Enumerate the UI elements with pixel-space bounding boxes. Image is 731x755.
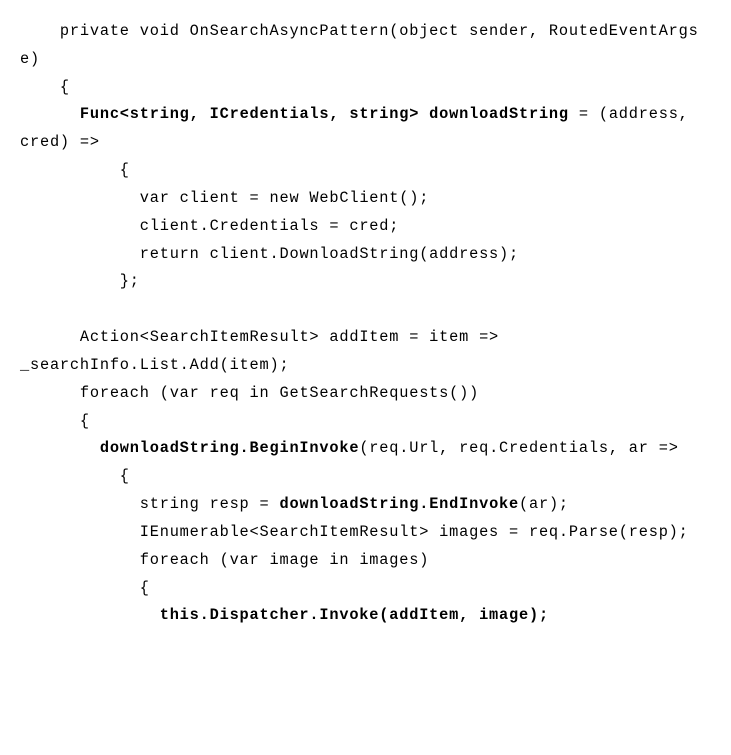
code-line: { (20, 78, 70, 96)
code-line (20, 300, 30, 318)
code-line: return client.DownloadString(address); (20, 245, 519, 263)
code-line: }; (20, 272, 140, 290)
code-line: IEnumerable<SearchItemResult> images = r… (20, 523, 689, 541)
code-line: client.Credentials = cred; (20, 217, 399, 235)
code-line: foreach (var req in GetSearchRequests()) (20, 384, 479, 402)
code-line: { (20, 467, 130, 485)
code-line: Action<SearchItemResult> addItem = item … (20, 328, 509, 374)
code-line (20, 439, 100, 457)
code-line: { (20, 412, 90, 430)
code-bold: EndInvoke (429, 495, 519, 513)
code-text: (ar); (519, 495, 569, 513)
code-line: var client = new WebClient(); (20, 189, 429, 207)
code-bold: this.Dispatcher.Invoke(addItem, image); (160, 606, 549, 624)
code-line: foreach (var image in images) (20, 551, 429, 569)
code-bold: downloadString. (279, 495, 429, 513)
code-line (20, 105, 80, 123)
code-bold: Func<string, ICredentials, string> downl… (80, 105, 569, 123)
code-line: private void OnSearchAsyncPattern(object… (20, 22, 709, 68)
code-bold: downloadString.BeginInvoke (100, 439, 359, 457)
code-text: (req.Url, req.Credentials, ar => (359, 439, 678, 457)
code-line: { (20, 161, 130, 179)
code-line: { (20, 579, 150, 597)
code-line: string resp = (20, 495, 279, 513)
code-block: private void OnSearchAsyncPattern(object… (20, 18, 711, 630)
code-line (20, 606, 160, 624)
